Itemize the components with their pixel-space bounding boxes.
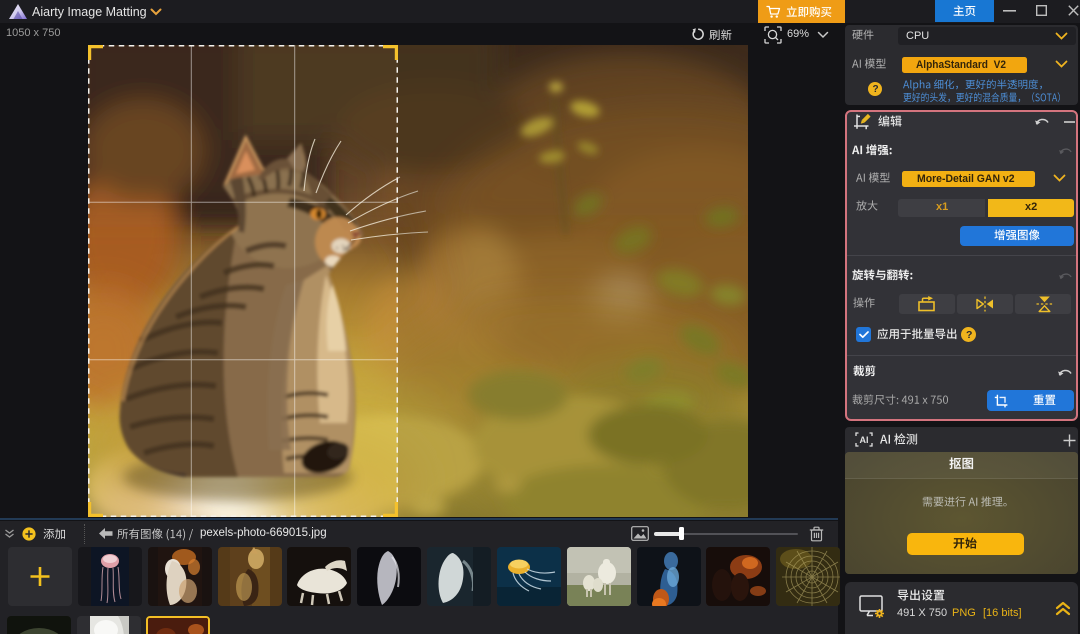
svg-text:AI: AI	[860, 435, 869, 445]
